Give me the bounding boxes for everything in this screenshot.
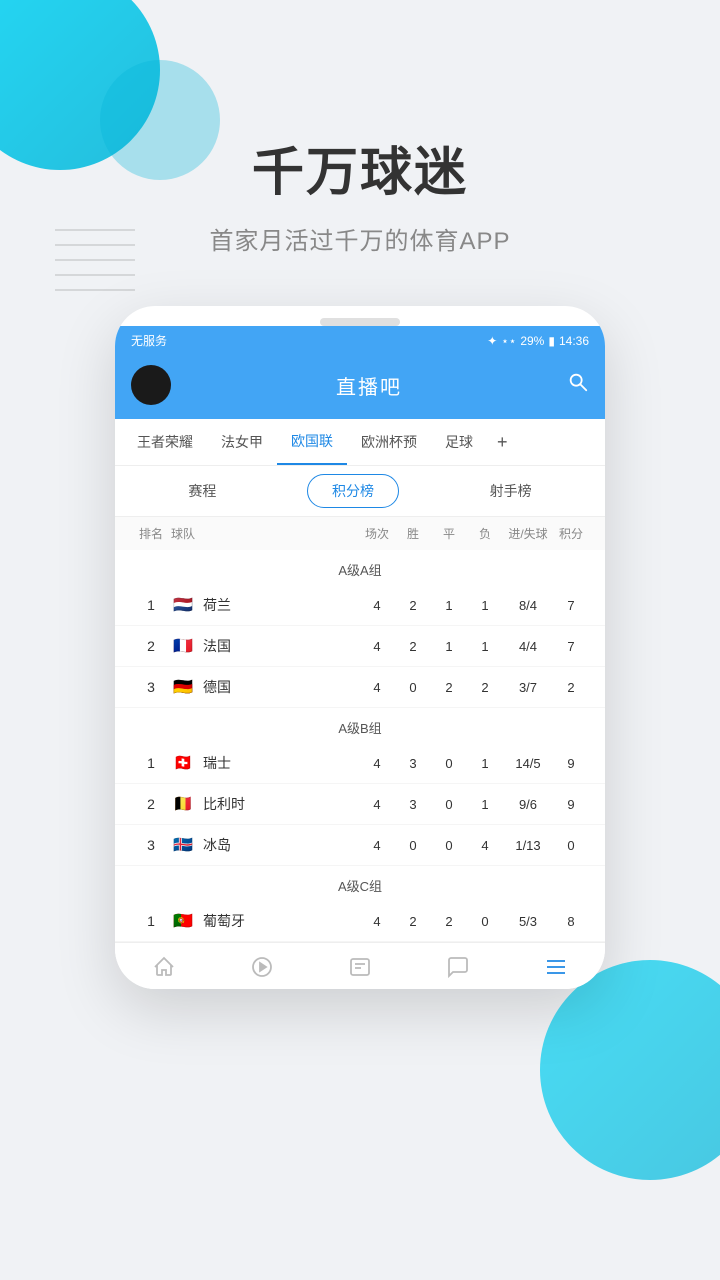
app-title: 直播吧 xyxy=(336,371,402,400)
avatar[interactable] xyxy=(131,365,171,405)
nav-tab-oubei[interactable]: 欧洲杯预 xyxy=(347,420,431,464)
status-no-service: 无服务 xyxy=(131,332,167,349)
bottom-nav xyxy=(115,942,605,989)
nav-tabs: 王者荣耀 法女甲 欧国联 欧洲杯预 足球 + xyxy=(115,419,605,466)
table-row: 1 🇳🇱 荷兰 4 2 1 1 8/4 7 xyxy=(115,585,605,626)
phone-mockup: 无服务 ✦ ⋆⋆ 29% ▮ 14:36 直播吧 王者荣耀 法女甲 xyxy=(115,306,605,989)
bottom-nav-live[interactable] xyxy=(230,955,294,979)
phone-container: 无服务 ✦ ⋆⋆ 29% ▮ 14:36 直播吧 王者荣耀 法女甲 xyxy=(0,306,720,989)
main-title: 千万球迷 xyxy=(0,130,720,205)
sub-tab-standings[interactable]: 积分榜 xyxy=(307,474,399,508)
flag-germany: 🇩🇪 xyxy=(171,679,195,695)
home-icon xyxy=(152,955,176,979)
sub-title: 首家月活过千万的体育APP xyxy=(0,221,720,256)
bottom-nav-home[interactable] xyxy=(132,955,196,979)
flag-netherlands: 🇳🇱 xyxy=(171,597,195,613)
news-icon xyxy=(348,955,372,979)
wifi-icon: ⋆⋆ xyxy=(501,334,516,348)
header-lose: 负 xyxy=(467,525,503,542)
header-team: 球队 xyxy=(171,525,359,542)
flag-france: 🇫🇷 xyxy=(171,638,195,654)
header-rank: 排名 xyxy=(131,525,171,542)
play-icon xyxy=(250,955,274,979)
nav-tab-more[interactable]: + xyxy=(487,420,518,465)
table-header: 排名 球队 场次 胜 平 负 进/失球 积分 xyxy=(115,517,605,550)
nav-tab-wangzhe[interactable]: 王者荣耀 xyxy=(123,420,207,464)
group-c-header: A级C组 xyxy=(115,866,605,901)
table-row: 3 🇩🇪 德国 4 0 2 2 3/7 2 xyxy=(115,667,605,708)
status-right: ✦ ⋆⋆ 29% ▮ 14:36 xyxy=(487,334,589,348)
flag-belgium: 🇧🇪 xyxy=(171,796,195,812)
battery-icon: ▮ xyxy=(548,334,555,348)
bottom-nav-list[interactable] xyxy=(524,955,588,979)
table-row: 1 🇨🇭 瑞士 4 3 0 1 14/5 9 xyxy=(115,743,605,784)
search-button[interactable] xyxy=(567,371,589,399)
sub-tab-scorers[interactable]: 射手榜 xyxy=(466,475,556,507)
flag-iceland: 🇮🇸 xyxy=(171,837,195,853)
header-points: 积分 xyxy=(553,525,589,542)
header-draw: 平 xyxy=(431,525,467,542)
bottom-nav-chat[interactable] xyxy=(426,955,490,979)
table-row: 3 🇮🇸 冰岛 4 0 0 4 1/13 0 xyxy=(115,825,605,866)
flag-switzerland: 🇨🇭 xyxy=(171,755,195,771)
battery-level: 29% xyxy=(520,334,544,348)
table-row: 1 🇵🇹 葡萄牙 4 2 2 0 5/3 8 xyxy=(115,901,605,942)
nav-tab-fanv[interactable]: 法女甲 xyxy=(207,420,277,464)
group-a-header: A级A组 xyxy=(115,550,605,585)
table-row: 2 🇧🇪 比利时 4 3 0 1 9/6 9 xyxy=(115,784,605,825)
header-win: 胜 xyxy=(395,525,431,542)
bg-decoration-circle-br xyxy=(540,960,720,1180)
bluetooth-icon: ✦ xyxy=(487,334,497,348)
nav-tab-oujian[interactable]: 欧国联 xyxy=(277,419,347,465)
header-section: 千万球迷 首家月活过千万的体育APP xyxy=(0,0,720,296)
flag-portugal: 🇵🇹 xyxy=(171,913,195,929)
time-display: 14:36 xyxy=(559,334,589,348)
header-goals: 进/失球 xyxy=(503,525,553,542)
header-games: 场次 xyxy=(359,525,395,542)
group-b-header: A级B组 xyxy=(115,708,605,743)
chat-icon xyxy=(446,955,470,979)
status-bar: 无服务 ✦ ⋆⋆ 29% ▮ 14:36 xyxy=(115,326,605,355)
sub-tab-schedule[interactable]: 赛程 xyxy=(164,475,240,507)
nav-tab-zuqiu[interactable]: 足球 xyxy=(431,420,487,464)
app-header: 直播吧 xyxy=(115,355,605,419)
bottom-nav-news[interactable] xyxy=(328,955,392,979)
phone-notch xyxy=(320,318,400,326)
table-row: 2 🇫🇷 法国 4 2 1 1 4/4 7 xyxy=(115,626,605,667)
sub-tabs: 赛程 积分榜 射手榜 xyxy=(115,466,605,517)
list-icon xyxy=(544,955,568,979)
